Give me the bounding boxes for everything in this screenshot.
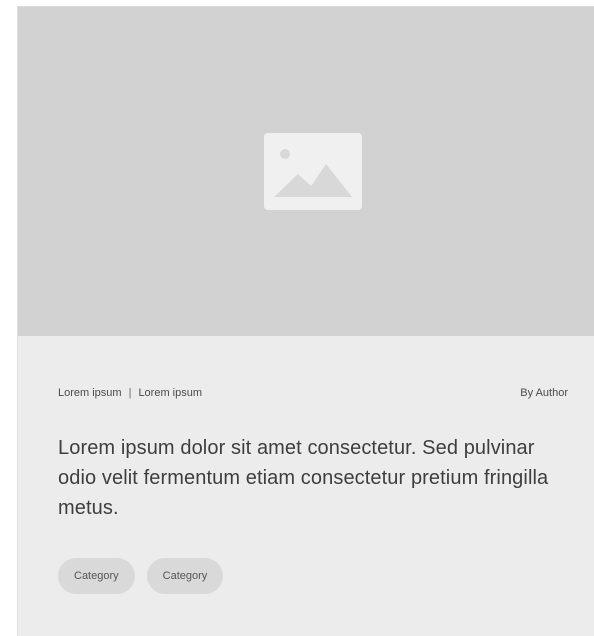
card-meta-left: Lorem ipsum | Lorem ipsum [58,387,202,399]
category-tag[interactable]: Category [146,558,224,594]
tag-list: Category Category [58,558,235,594]
card-meta-row: Lorem ipsum | Lorem ipsum By Author [58,387,568,403]
article-card[interactable]: Lorem ipsum | Lorem ipsum By Author Lorem … [17,6,594,636]
image-placeholder-icon [264,133,362,210]
meta-label-2: Lorem ipsum [138,387,203,399]
card-headline[interactable]: Lorem ipsum dolor sit amet consectetur. … [58,433,578,523]
meta-separator: | [128,387,132,399]
author-label: By Author [520,387,568,399]
card-image-placeholder [18,7,594,336]
meta-label-1: Lorem ipsum [58,387,122,399]
category-tag[interactable]: Category [58,558,135,594]
